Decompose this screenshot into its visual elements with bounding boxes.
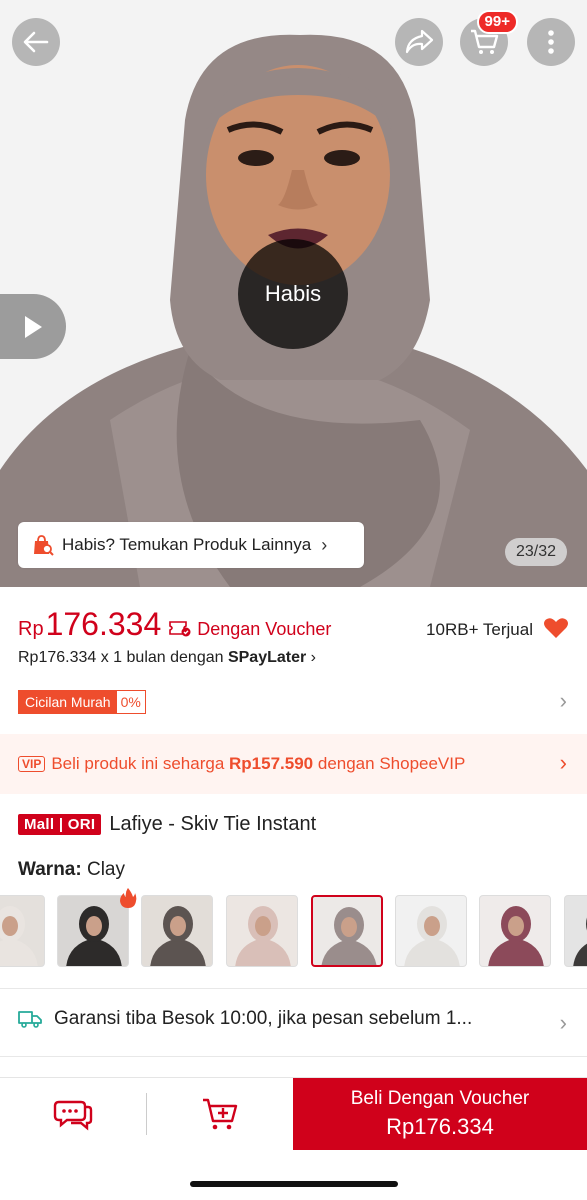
variant-swatch[interactable] <box>395 895 467 967</box>
swatch-thumbnail <box>573 917 587 966</box>
swatch-thumbnail <box>321 907 377 965</box>
shopee-vip-banner[interactable]: VIP Beli produk ini seharga Rp157.590 de… <box>0 734 587 794</box>
flame-icon <box>120 888 137 908</box>
back-arrow-icon <box>23 31 49 53</box>
divider <box>0 1056 587 1057</box>
share-button[interactable] <box>395 18 443 66</box>
buy-with-voucher-button[interactable]: Beli Dengan Voucher Rp176.334 <box>293 1078 587 1150</box>
shipping-text: Garansi tiba Besok 10:00, jika pesan seb… <box>54 1008 473 1029</box>
chevron-right-icon: › <box>559 1010 567 1035</box>
add-to-cart-icon <box>203 1098 238 1130</box>
variant-swatch[interactable] <box>0 895 45 967</box>
vip-price: Rp157.590 <box>229 754 314 773</box>
add-to-cart-button[interactable] <box>147 1078 293 1150</box>
shipping-guarantee-row[interactable]: Garansi tiba Besok 10:00, jika pesan seb… <box>18 1008 569 1030</box>
play-icon <box>25 315 42 338</box>
cart-count-badge: 99+ <box>476 10 518 34</box>
home-indicator <box>190 1181 398 1187</box>
installment-badge[interactable]: Cicilan Murah 0% <box>18 690 146 714</box>
price-row: Rp 176.334 Dengan Voucher 10RB+ Terjual <box>18 606 569 650</box>
buy-button-label: Beli Dengan Voucher <box>350 1088 530 1109</box>
chat-icon <box>53 1100 93 1131</box>
price-value: 176.334 <box>45 606 162 642</box>
variant-swatch[interactable] <box>226 895 298 967</box>
vip-icon: VIP <box>18 756 46 772</box>
installment-label: Cicilan Murah <box>19 691 117 713</box>
swatch-thumbnail <box>488 906 544 966</box>
chat-button[interactable] <box>0 1078 146 1150</box>
chevron-right-icon: › <box>321 534 328 555</box>
buy-button-price: Rp176.334 <box>386 1114 494 1139</box>
sold-out-overlay: Habis <box>238 239 348 349</box>
find-similar-button[interactable]: Habis? Temukan Produk Lainnya › <box>18 522 364 568</box>
bottom-action-bar: Beli Dengan Voucher Rp176.334 <box>0 1077 587 1150</box>
variant-swatch-list <box>0 895 587 969</box>
paylater-text: Rp176.334 x 1 bulan dengan <box>18 649 228 666</box>
product-title: Lafiye - Skiv Tie Instant <box>109 813 317 835</box>
back-button[interactable] <box>12 18 60 66</box>
voucher-label: Dengan Voucher <box>197 619 332 639</box>
variant-swatch[interactable] <box>564 895 587 967</box>
swatch-thumbnail <box>150 906 206 966</box>
image-counter: 23/32 <box>504 538 567 566</box>
voucher-icon <box>169 621 191 637</box>
vip-text-prefix: Beli produk ini seharga <box>51 754 230 773</box>
shopping-bag-search-icon <box>34 535 54 556</box>
more-options-button[interactable] <box>527 18 575 66</box>
paylater-link[interactable]: Rp176.334 x 1 bulan dengan SPayLater › <box>18 649 316 667</box>
divider <box>0 988 587 989</box>
sold-count: 10RB+ Terjual <box>426 620 533 639</box>
video-play-button[interactable] <box>0 294 66 359</box>
find-similar-label: Habis? Temukan Produk Lainnya <box>62 535 312 554</box>
truck-icon <box>18 1011 42 1028</box>
product-title-row: Mall | ORI Lafiye - Skiv Tie Instant <box>18 813 316 836</box>
variant-swatch[interactable] <box>479 895 551 967</box>
mall-ori-badge: Mall | ORI <box>18 814 102 835</box>
variant-label: Warna: <box>18 859 82 880</box>
share-icon <box>405 29 434 54</box>
variant-value: Clay <box>86 859 125 880</box>
product-image-gallery[interactable]: 99+ Habis Habis? Temukan Produk Lainnya … <box>0 0 587 587</box>
variant-swatch[interactable] <box>311 895 383 967</box>
chevron-right-icon: › <box>559 750 567 775</box>
swatch-thumbnail <box>404 906 460 966</box>
cart-button[interactable]: 99+ <box>460 10 518 66</box>
variant-swatch[interactable] <box>141 895 213 967</box>
variant-label-row: Warna: Clay <box>18 859 125 881</box>
favorite-heart-icon[interactable] <box>543 617 569 639</box>
installment-rate: 0% <box>116 691 145 713</box>
chevron-right-icon: › <box>306 649 316 666</box>
swatch-thumbnail <box>235 906 291 966</box>
paylater-brand: SPayLater <box>227 649 307 666</box>
chevron-right-icon[interactable]: › <box>560 688 567 714</box>
vip-text-suffix: dengan ShopeeVIP <box>313 754 466 773</box>
swatch-thumbnail <box>0 906 38 966</box>
price-currency: Rp <box>18 618 44 640</box>
more-vertical-icon <box>548 30 554 54</box>
